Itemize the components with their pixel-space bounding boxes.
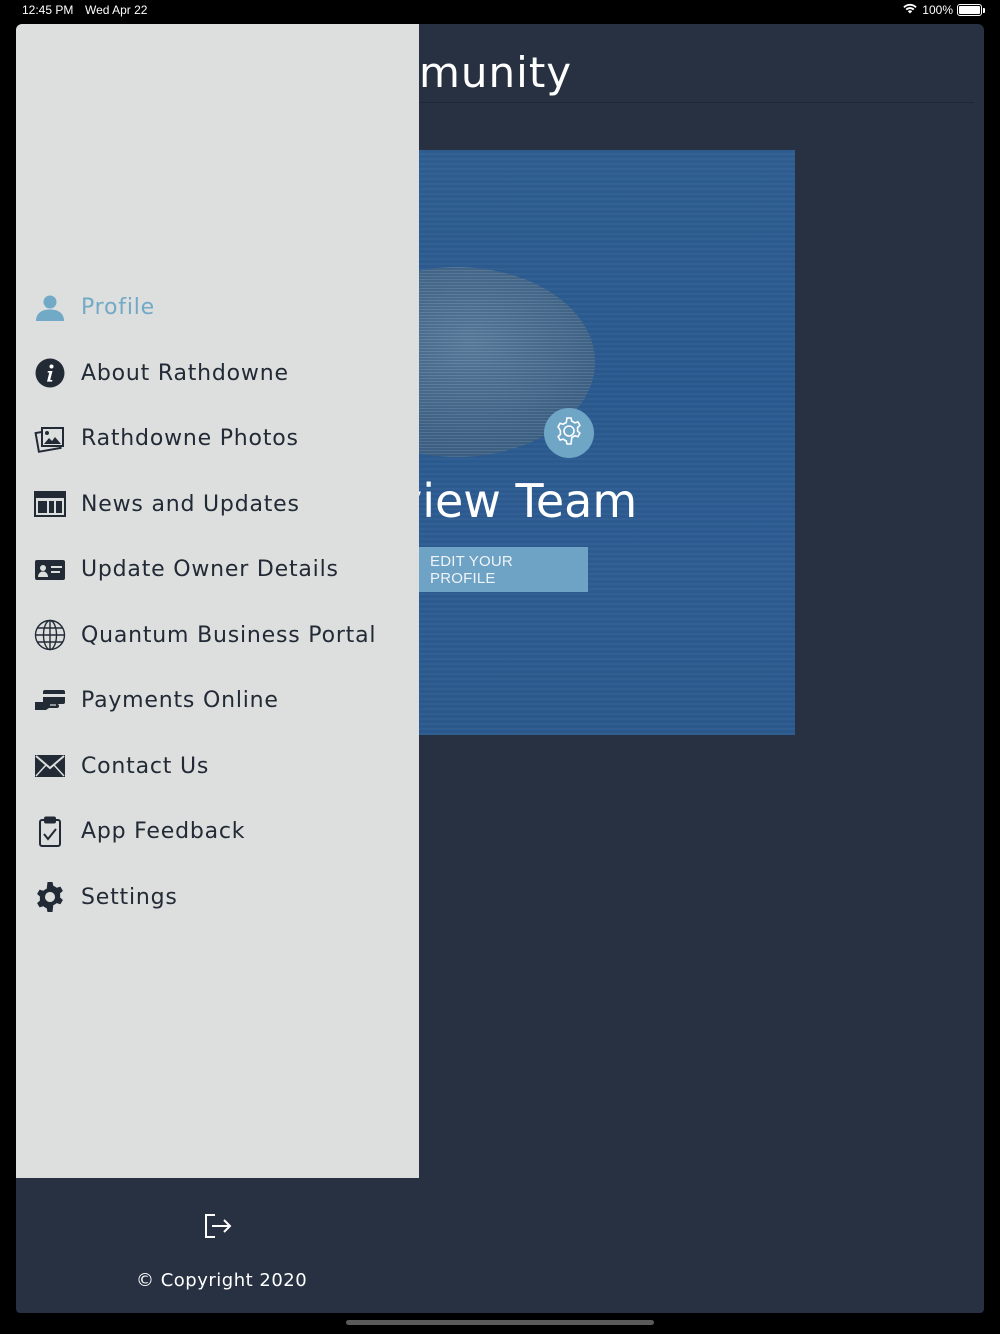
drawer-item-label: Payments Online — [81, 688, 279, 714]
status-bar: 12:45 PM Wed Apr 22 100% — [0, 0, 1000, 22]
user-icon — [34, 292, 66, 324]
drawer-item-profile[interactable]: Profile — [16, 275, 419, 341]
avatar-settings-button[interactable] — [544, 408, 594, 458]
drawer-item-news[interactable]: News and Updates — [16, 472, 419, 538]
drawer-item-payments[interactable]: Payments Online — [16, 668, 419, 734]
payment-icon — [34, 685, 66, 717]
gear-icon — [552, 414, 586, 452]
drawer-item-owner-details[interactable]: Update Owner Details — [16, 537, 419, 603]
status-indicators: 100% — [902, 2, 985, 17]
drawer-item-settings[interactable]: Settings — [16, 865, 419, 931]
edit-profile-button[interactable]: EDIT YOUR PROFILE — [419, 547, 588, 592]
drawer-item-label: Rathdowne Photos — [81, 426, 299, 452]
photos-icon — [34, 423, 66, 455]
battery-icon — [957, 3, 985, 16]
info-icon — [34, 357, 66, 389]
drawer-item-photos[interactable]: Rathdowne Photos — [16, 406, 419, 472]
drawer-item-about[interactable]: About Rathdowne — [16, 341, 419, 407]
header-divider — [419, 102, 974, 103]
drawer-item-label: Update Owner Details — [81, 557, 339, 583]
wifi-icon — [902, 2, 918, 17]
page-title: munity — [419, 48, 573, 97]
drawer-item-feedback[interactable]: App Feedback — [16, 799, 419, 865]
copyright-text: © Copyright 2020 — [136, 1270, 308, 1291]
logout-button[interactable] — [202, 1214, 234, 1242]
status-time: 12:45 PM — [22, 3, 74, 17]
app-window: munity view Team EDIT YOUR PROFILE Profi… — [16, 24, 984, 1313]
drawer-item-label: App Feedback — [81, 819, 246, 845]
drawer-item-label: About Rathdowne — [81, 360, 289, 386]
drawer-item-contact[interactable]: Contact Us — [16, 734, 419, 800]
news-icon — [34, 488, 66, 520]
status-date: Wed Apr 22 — [85, 3, 148, 17]
drawer-menu: Profile About Rathdowne Rathdowne Photos… — [16, 275, 419, 930]
drawer-item-label: Quantum Business Portal — [81, 622, 377, 648]
id-card-icon — [34, 554, 66, 586]
drawer-item-label: Settings — [81, 884, 178, 910]
drawer-item-business-portal[interactable]: Quantum Business Portal — [16, 603, 419, 669]
logout-icon — [203, 1213, 233, 1243]
envelope-icon — [34, 750, 66, 782]
drawer-item-label: Profile — [81, 295, 156, 321]
globe-icon — [34, 619, 66, 651]
gear-icon — [34, 881, 66, 913]
drawer-item-label: News and Updates — [81, 491, 300, 517]
drawer-item-label: Contact Us — [81, 753, 210, 779]
clipboard-check-icon — [34, 816, 66, 848]
battery-percent: 100% — [922, 2, 953, 17]
team-title: view Team — [419, 474, 638, 528]
home-indicator[interactable] — [346, 1320, 654, 1325]
profile-card: view Team EDIT YOUR PROFILE — [419, 150, 795, 735]
side-drawer: Profile About Rathdowne Rathdowne Photos… — [16, 24, 419, 1178]
